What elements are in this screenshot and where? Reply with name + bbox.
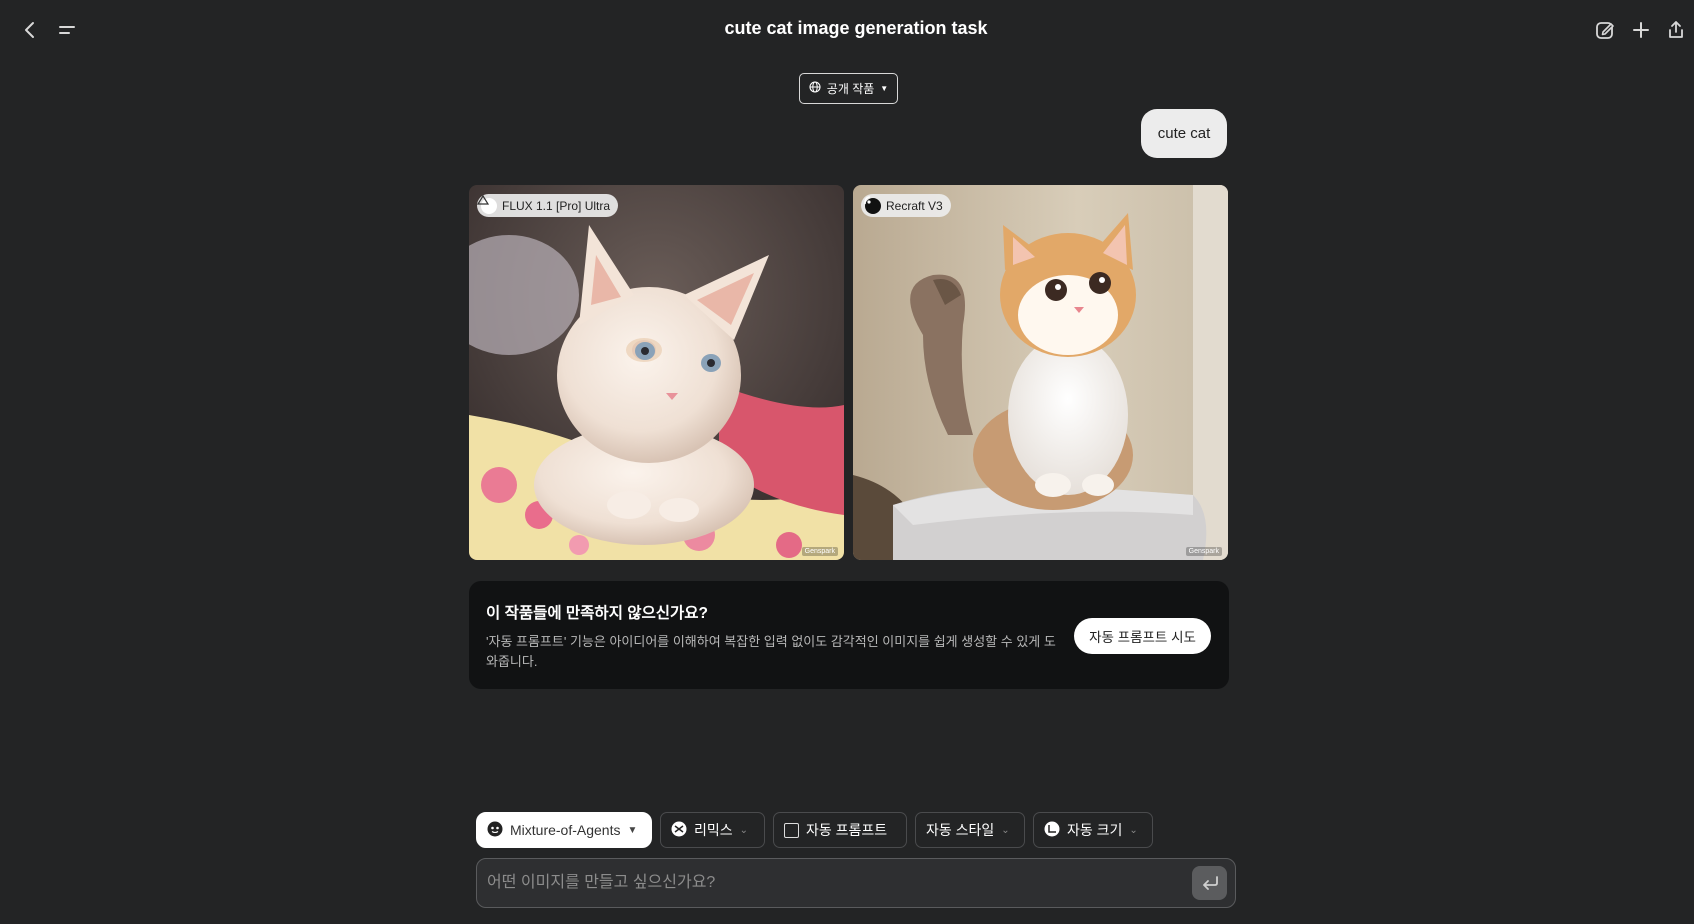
checkbox-icon[interactable] <box>784 822 799 838</box>
prompt-input[interactable] <box>487 859 1167 907</box>
chevron-down-icon: ⌄ <box>739 824 749 836</box>
chevron-down-icon: ⌄ <box>1129 824 1138 836</box>
model-name: Recraft V3 <box>886 198 943 213</box>
model-badge-recraft: Recraft V3 <box>861 194 951 217</box>
remix-label: 리믹스 <box>694 822 733 838</box>
remix-icon <box>671 821 687 840</box>
auto-style-label: 자동 스타일 <box>926 822 995 838</box>
auto-style-dropdown[interactable]: 자동 스타일 ⌄ <box>915 812 1025 848</box>
caret-down-icon: ▼ <box>627 824 638 836</box>
auto-prompt-promo-card: 이 작품들에 만족하지 않으신가요? '자동 프롬프트' 기능은 아이디어를 이… <box>469 581 1229 689</box>
flux-logo-icon <box>477 194 497 214</box>
remix-dropdown[interactable]: 리믹스 ⌄ <box>660 812 765 848</box>
model-selector-label: Mixture-of-Agents <box>510 822 621 838</box>
recraft-logo-icon <box>864 196 881 214</box>
plus-icon[interactable] <box>1627 16 1655 44</box>
model-badge-flux: FLUX 1.1 [Pro] Ultra <box>477 194 619 217</box>
auto-size-dropdown[interactable]: 자동 크기 ⌄ <box>1033 812 1153 848</box>
white-kitten-image <box>469 185 844 560</box>
caret-down-icon: ▼ <box>880 84 889 93</box>
promo-description: '자동 프롬프트' 기능은 아이디어를 이해하여 복잡한 입력 없이도 감각적인… <box>486 634 1056 669</box>
visibility-dropdown[interactable]: 공개 작품 ▼ <box>799 73 898 104</box>
orange-kitten-image <box>853 185 1228 560</box>
share-icon[interactable] <box>1662 16 1690 44</box>
result-image-recraft[interactable]: Recraft V3 Genspark <box>853 185 1228 560</box>
user-prompt-bubble: cute cat <box>1141 109 1227 158</box>
agents-icon <box>487 821 503 840</box>
model-selector[interactable]: Mixture-of-Agents ▼ <box>476 812 652 848</box>
user-prompt-text: cute cat <box>1157 125 1211 142</box>
chevron-down-icon: ⌄ <box>1001 824 1010 836</box>
result-image-flux[interactable]: FLUX 1.1 [Pro] Ultra Genspark <box>469 185 844 560</box>
auto-size-label: 자동 크기 <box>1067 822 1123 838</box>
watermark: Genspark <box>1185 547 1222 556</box>
edit-icon[interactable] <box>1591 16 1619 44</box>
enter-icon <box>1202 876 1218 890</box>
auto-prompt-label: 자동 프롬프트 <box>806 822 888 838</box>
prompt-input-box <box>476 858 1236 908</box>
aspect-ratio-icon <box>1044 821 1060 840</box>
watermark: Genspark <box>801 547 838 556</box>
try-auto-prompt-button[interactable]: 자동 프롬프트 시도 <box>1074 618 1211 654</box>
auto-prompt-toggle[interactable]: 자동 프롬프트 <box>773 812 907 848</box>
globe-icon <box>809 81 821 96</box>
model-name: FLUX 1.1 [Pro] Ultra <box>502 198 611 213</box>
visibility-label: 공개 작품 <box>826 82 875 96</box>
page-title: cute cat image generation task <box>724 18 988 38</box>
top-bar: cute cat image generation task <box>0 0 1694 60</box>
send-button[interactable] <box>1192 866 1227 900</box>
promo-title: 이 작품들에 만족하지 않으신가요? <box>486 605 709 622</box>
